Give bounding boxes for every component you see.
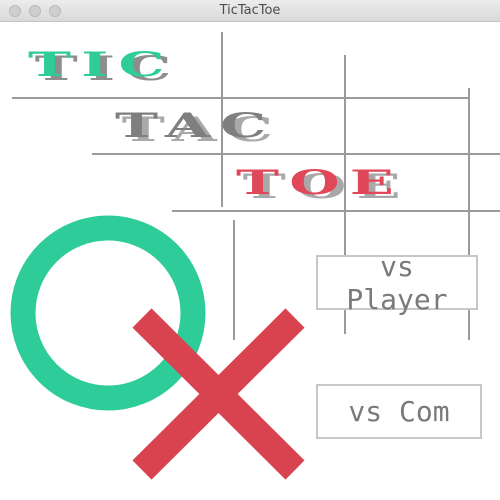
window-title: TicTacToe — [219, 3, 281, 18]
title-word-tac: TAC — [115, 106, 277, 146]
title-word-tic: TIC — [28, 45, 175, 85]
x-mark-icon — [132, 308, 305, 480]
o-mark-icon — [10, 215, 206, 411]
vs-com-button[interactable]: vs Com — [316, 384, 482, 439]
title-word-toe: TOE — [236, 163, 405, 203]
vs-player-button[interactable]: vs Player — [316, 250, 478, 316]
title-screen: TIC TAC TOE vs Player vs Com — [0, 22, 500, 500]
window-titlebar: TicTacToe — [0, 0, 500, 22]
